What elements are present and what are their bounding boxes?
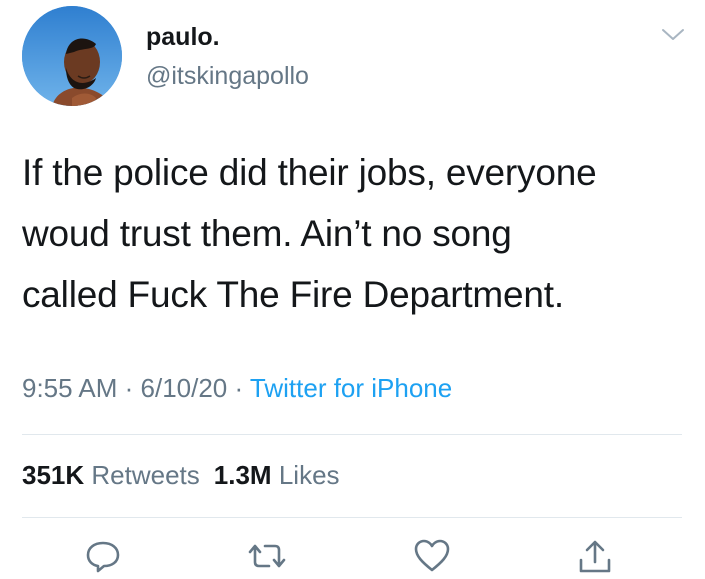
retweets-stat[interactable]: 351K Retweets: [22, 460, 200, 490]
user-handle[interactable]: @itskingapollo: [146, 61, 309, 91]
retweet-icon[interactable]: [247, 538, 287, 574]
likes-count: 1.3M: [213, 460, 272, 490]
tweet-source-link[interactable]: Twitter for iPhone: [250, 373, 452, 403]
reply-icon[interactable]: [83, 538, 123, 574]
display-name[interactable]: paulo.: [146, 22, 220, 52]
retweets-count: 351K: [22, 460, 85, 490]
divider: [22, 434, 682, 435]
meta-separator: ·: [227, 373, 250, 403]
avatar-image: [22, 6, 122, 106]
tweet-date[interactable]: 6/10/20: [141, 373, 228, 403]
likes-label: Likes: [278, 460, 340, 490]
share-icon[interactable]: [575, 538, 615, 574]
like-icon[interactable]: [412, 538, 452, 574]
tweet-meta: 9:55 AM · 6/10/20 · Twitter for iPhone: [22, 371, 452, 405]
avatar[interactable]: [22, 6, 122, 106]
tweet-line: woud trust them. Ain’t no song: [22, 213, 512, 254]
retweets-label: Retweets: [91, 460, 200, 490]
meta-separator: ·: [117, 373, 141, 403]
likes-stat[interactable]: 1.3M Likes: [214, 460, 340, 490]
tweet-line: called Fuck The Fire Department.: [22, 274, 564, 315]
chevron-down-icon[interactable]: [660, 26, 686, 44]
divider: [22, 517, 682, 518]
tweet-line: If the police did their jobs, everyone: [22, 152, 597, 193]
tweet-stats: 351K Retweets 1.3M Likes: [22, 458, 340, 492]
tweet-time[interactable]: 9:55 AM: [22, 373, 117, 403]
tweet-text: If the police did their jobs, everyone w…: [22, 142, 692, 325]
